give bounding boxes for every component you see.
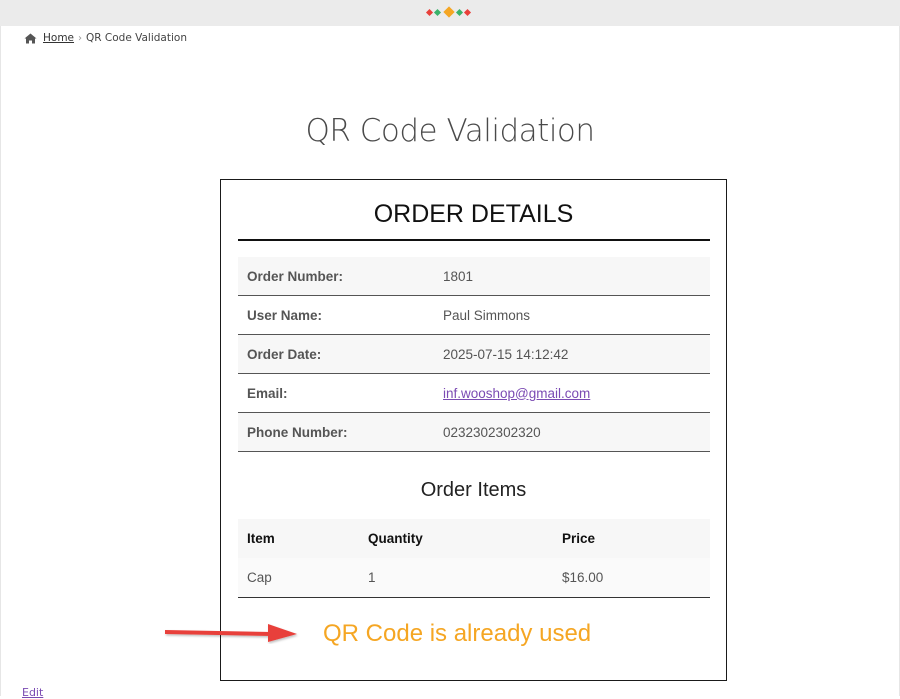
breadcrumb: Home › QR Code Validation bbox=[24, 31, 187, 45]
edit-link[interactable]: Edit bbox=[22, 686, 43, 699]
order-details-table: Order Number: 1801 User Name: Paul Simmo… bbox=[238, 257, 710, 452]
detail-value: Paul Simmons bbox=[443, 307, 531, 323]
top-bar bbox=[0, 0, 900, 26]
detail-label: Phone Number: bbox=[247, 424, 348, 440]
detail-label: Order Date: bbox=[247, 346, 322, 362]
card-title: ORDER DETAILS bbox=[373, 200, 574, 228]
arrow-icon bbox=[165, 624, 297, 642]
breadcrumb-home-link[interactable]: Home bbox=[43, 32, 74, 44]
title-divider bbox=[238, 239, 710, 241]
table-header-row: Item Quantity Price bbox=[238, 519, 710, 558]
breadcrumb-separator: › bbox=[78, 32, 83, 44]
detail-row-phone-number: Phone Number: 0232302302320 bbox=[238, 413, 710, 452]
order-details-card: ORDER DETAILS Order Number: 1801 User Na… bbox=[220, 179, 727, 681]
detail-label: Email: bbox=[247, 385, 288, 401]
page-title: QR Code Validation bbox=[305, 113, 595, 149]
detail-row-user-name: User Name: Paul Simmons bbox=[238, 296, 710, 335]
detail-label: Order Number: bbox=[247, 268, 344, 284]
detail-value: 1801 bbox=[443, 268, 474, 284]
loading-dots-icon bbox=[425, 6, 477, 18]
detail-row-order-number: Order Number: 1801 bbox=[238, 257, 710, 296]
detail-row-order-date: Order Date: 2025-07-15 14:12:42 bbox=[238, 335, 710, 374]
cell-item: Cap bbox=[247, 570, 272, 585]
cell-price: $16.00 bbox=[562, 570, 604, 585]
email-link[interactable]: inf.wooshop@gmail.com bbox=[443, 386, 590, 401]
column-header-item: Item bbox=[247, 531, 275, 546]
detail-value: 2025-07-15 14:12:42 bbox=[443, 346, 569, 362]
column-header-quantity: Quantity bbox=[368, 531, 423, 546]
order-items-table: Item Quantity Price Cap 1 $16.00 bbox=[238, 519, 710, 598]
detail-label: User Name: bbox=[247, 307, 323, 323]
detail-row-email: Email: inf.wooshop@gmail.com bbox=[238, 374, 710, 413]
status-message: QR Code is already used bbox=[323, 620, 592, 647]
detail-value: 0232302302320 bbox=[443, 424, 541, 440]
column-header-price: Price bbox=[562, 531, 596, 546]
breadcrumb-current: QR Code Validation bbox=[86, 32, 187, 44]
table-row: Cap 1 $16.00 bbox=[238, 558, 710, 598]
cell-quantity: 1 bbox=[368, 570, 376, 585]
detail-value: inf.wooshop@gmail.com bbox=[443, 386, 590, 401]
order-items-title: Order Items bbox=[420, 479, 527, 501]
home-icon bbox=[24, 33, 37, 43]
